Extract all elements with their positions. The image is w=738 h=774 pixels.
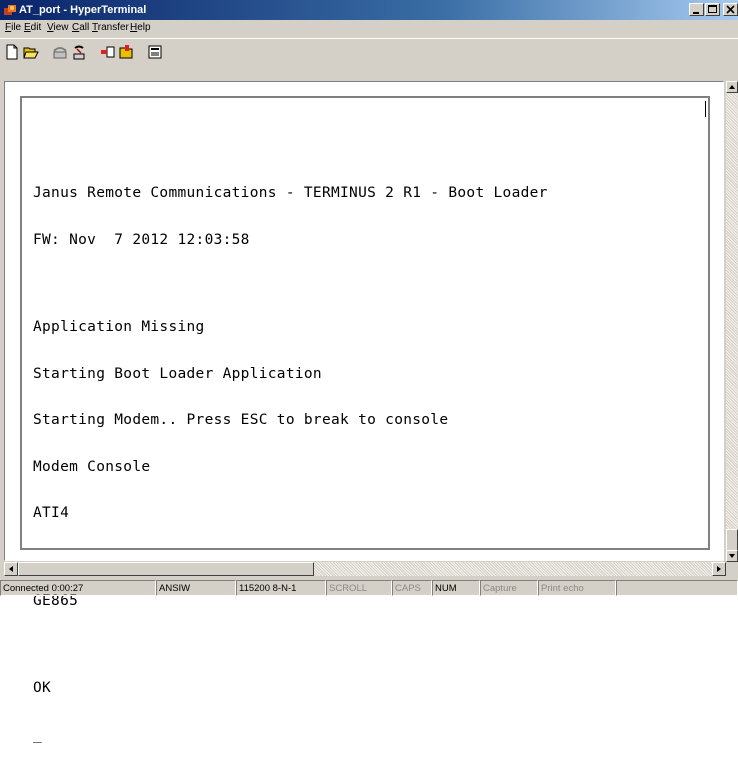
status-empty [616,580,738,596]
menu-edit[interactable]: Edit [24,20,41,36]
arrow-left-icon [9,566,13,572]
arrow-down-icon [729,554,735,558]
terminal-output[interactable]: Janus Remote Communications - TERMINUS 2… [33,155,693,774]
scroll-down-button[interactable] [726,550,738,562]
status-connected: Connected 0:00:27 [0,580,156,596]
terminal-line: FW: Nov 7 2012 12:03:58 [33,231,250,248]
phone-connect-icon [53,47,67,59]
properties-icon [148,45,162,59]
terminal-line: Application Missing [33,319,205,335]
hyperterminal-icon [4,5,16,15]
window-title: AT_port - HyperTerminal [19,4,147,16]
status-print-echo: Print echo [538,580,616,596]
receive-button[interactable] [117,43,137,61]
status-caps: CAPS [392,580,432,596]
maximize-icon [708,5,717,13]
terminal-line: OK [33,680,52,696]
terminal-line: Janus Remote Communications - TERMINUS 2… [33,185,548,201]
status-capture: Capture [480,580,538,596]
scroll-right-button[interactable] [712,562,726,576]
open-icon [23,47,39,59]
disconnect-button[interactable] [69,43,89,61]
terminal-line: ATI4 [33,505,70,521]
vertical-scrollbar[interactable] [726,81,738,562]
status-bar: Connected 0:00:27 ANSIW 115200 8-N-1 SCR… [0,578,738,596]
scroll-left-button[interactable] [4,562,18,576]
connect-button[interactable] [50,43,70,61]
menu-call[interactable]: Call [72,20,89,36]
receive-file-icon [119,45,133,59]
scroll-up-button[interactable] [726,81,738,93]
vertical-scroll-thumb[interactable] [726,529,738,551]
menu-file[interactable]: File [5,20,21,36]
send-button[interactable] [98,43,118,61]
terminal-line: Modem Console [33,458,151,475]
send-file-icon [101,46,115,58]
arrow-up-icon [729,85,735,89]
status-settings: 115200 8-N-1 [236,580,326,596]
properties-button[interactable] [145,43,165,61]
maximize-button[interactable] [705,3,720,16]
terminal-line: Starting Modem.. Press ESC to break to c… [33,412,449,428]
menu-transfer[interactable]: Transfer [92,20,129,36]
horizontal-scrollbar[interactable] [4,562,726,576]
status-emulation: ANSIW [156,580,236,596]
menu-bar: File Edit View Call Transfer Help [0,20,738,36]
minimize-button[interactable] [689,3,704,16]
status-num: NUM [432,580,480,596]
horizontal-scroll-thumb[interactable] [18,562,314,576]
terminal-line: Starting Boot Loader Application [33,365,322,382]
terminal-cursor: _ [33,726,43,743]
status-scroll: SCROLL [326,580,392,596]
hyperterminal-window: AT_port - HyperTerminal File Edit View C… [0,0,738,742]
menu-help[interactable]: Help [130,20,151,36]
close-button[interactable] [723,3,738,16]
close-icon [726,5,735,14]
toolbar [0,38,738,65]
title-bar[interactable]: AT_port - HyperTerminal [0,0,738,20]
text-cursor [705,101,706,117]
new-button[interactable] [2,43,22,61]
menu-view[interactable]: View [47,20,69,36]
arrow-right-icon [717,566,721,572]
phone-disconnect-icon [73,45,85,60]
minimize-icon [693,12,699,14]
open-button[interactable] [21,43,41,61]
new-icon [6,44,18,60]
